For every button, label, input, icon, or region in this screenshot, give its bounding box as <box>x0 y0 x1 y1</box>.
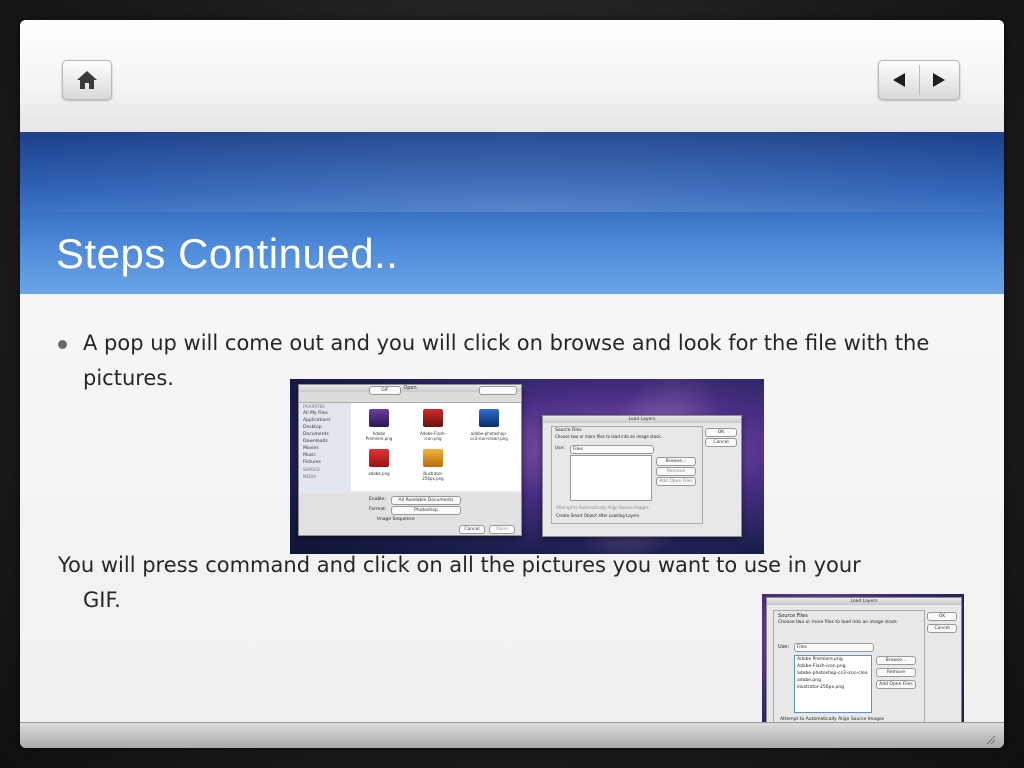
list-item[interactable]: Adobe Premiere.png <box>797 657 843 662</box>
cancel-button[interactable]: Cancel <box>705 438 737 447</box>
cancel-button[interactable]: Cancel <box>459 525 485 534</box>
top-bar <box>20 20 1004 132</box>
sidebar-header: FAVORITES <box>303 404 325 409</box>
sidebar-item[interactable]: Movies <box>299 445 349 452</box>
load-layers-title: Load Layers <box>543 416 741 423</box>
list-item[interactable]: Adobe-Flash-icon.png <box>797 664 846 669</box>
home-button[interactable] <box>62 60 112 100</box>
sidebar-item[interactable]: Downloads <box>299 438 349 445</box>
list-item[interactable]: adobe.png <box>797 678 821 683</box>
group-label: Source Files <box>778 613 808 619</box>
triangle-left-icon <box>892 73 905 87</box>
file-name: illustrator-256px.png <box>422 471 444 481</box>
smart-object-checkbox[interactable]: Create Smart Object after Loading Layers <box>556 513 639 518</box>
enable-label: Enable: <box>369 497 386 502</box>
use-select[interactable]: Files <box>794 643 874 652</box>
open-dialog-toolbar: GIF <box>299 386 521 403</box>
list-item[interactable]: adobe-photoshop-cs3-icon-clea <box>797 671 868 676</box>
open-dialog: Open GIF FAVORITES All My Files Applicat… <box>298 384 522 536</box>
add-open-files-button[interactable]: Add Open Files <box>876 680 916 689</box>
file-name: adobe-photoshop-cs3-icon-clean.png <box>470 431 508 441</box>
source-files-group: Source Files Choose two or more files to… <box>773 610 925 738</box>
title-band: Steps Continued.. <box>20 132 1004 294</box>
sidebar-header: MEDIA <box>303 474 316 479</box>
file-name: adobe.png <box>368 471 390 476</box>
file-name: Adobe Premiere.png <box>365 431 393 441</box>
resize-grip-icon[interactable] <box>984 733 996 745</box>
open-dialog-screenshot: Open GIF FAVORITES All My Files Applicat… <box>290 379 764 554</box>
premiere-file-icon[interactable] <box>369 409 389 427</box>
open-dialog-sidebar: FAVORITES All My Files Applications Desk… <box>299 403 349 491</box>
load-layers-dialog: Load Layers Source Files Choose two or m… <box>542 415 742 537</box>
slide-content: A pop up will come out and you will clic… <box>20 294 1004 746</box>
file-list[interactable]: Adobe Premiere.png Adobe-Flash-icon.png … <box>794 655 872 713</box>
folder-popup[interactable]: GIF <box>369 386 401 395</box>
adobe-file-icon[interactable] <box>369 449 389 467</box>
browse-button[interactable]: Browse... <box>656 457 696 466</box>
browse-button[interactable]: Browse... <box>876 656 916 665</box>
sidebar-item[interactable]: Applications <box>299 417 349 424</box>
enable-select[interactable]: All Readable Documents <box>391 496 461 505</box>
prev-next-buttons <box>878 60 960 100</box>
hint-text: Choose two or more files to load into an… <box>778 620 899 625</box>
slide-title: Steps Continued.. <box>56 230 399 277</box>
ok-button[interactable]: OK <box>927 612 957 621</box>
remove-button[interactable]: Remove <box>876 668 916 677</box>
home-icon <box>77 71 97 89</box>
use-label: Use: <box>778 644 790 650</box>
align-checkbox[interactable]: Attempt to Automatically Align Source Im… <box>556 505 649 510</box>
group-label: Source Files <box>555 428 582 433</box>
sidebar-item[interactable]: Music <box>299 452 349 459</box>
illustrator-file-icon[interactable] <box>423 449 443 467</box>
format-label: Format: <box>369 507 387 512</box>
slide: Steps Continued.. A pop up will come out… <box>20 20 1004 748</box>
paragraph-line: You will press command and click on all … <box>58 553 861 577</box>
image-sequence-checkbox[interactable]: Image Sequence <box>377 517 415 522</box>
list-item[interactable]: illustrator-256px.png <box>797 685 844 690</box>
bullet-dot <box>58 340 67 349</box>
hint-text: Choose two or more files to load into an… <box>555 434 662 439</box>
file-name: Adobe-Flash-icon.png <box>419 431 447 441</box>
triangle-right-icon <box>933 73 946 87</box>
load-layers-title: Load Layers <box>767 598 961 605</box>
use-select[interactable]: Files <box>570 445 654 454</box>
file-list[interactable] <box>570 455 652 501</box>
sidebar-item[interactable]: All My Files <box>299 410 349 417</box>
use-label: Use: <box>555 446 565 451</box>
open-button[interactable]: Open <box>489 525 515 534</box>
previous-button[interactable] <box>879 61 919 99</box>
search-field[interactable] <box>479 386 517 395</box>
open-dialog-footer: Enable: All Readable Documents Format: P… <box>299 493 521 535</box>
file-grid: Adobe Premiere.png Adobe-Flash-icon.png … <box>351 403 521 491</box>
source-files-group: Source Files Choose two or more files to… <box>551 426 703 524</box>
remove-button[interactable]: Remove <box>656 467 696 476</box>
sidebar-item[interactable]: Pictures <box>299 459 349 466</box>
photoshop-file-icon[interactable] <box>479 409 499 427</box>
sidebar-header: SHARED <box>303 467 320 472</box>
bottom-bar <box>20 722 1004 748</box>
flash-file-icon[interactable] <box>423 409 443 427</box>
format-select[interactable]: Photoshop <box>391 506 461 515</box>
sidebar-item[interactable]: Desktop <box>299 424 349 431</box>
cancel-button[interactable]: Cancel <box>927 624 957 633</box>
ok-button[interactable]: OK <box>705 428 737 437</box>
add-open-files-button[interactable]: Add Open Files <box>656 477 696 486</box>
next-button[interactable] <box>919 61 959 99</box>
sidebar-item[interactable]: Documents <box>299 431 349 438</box>
